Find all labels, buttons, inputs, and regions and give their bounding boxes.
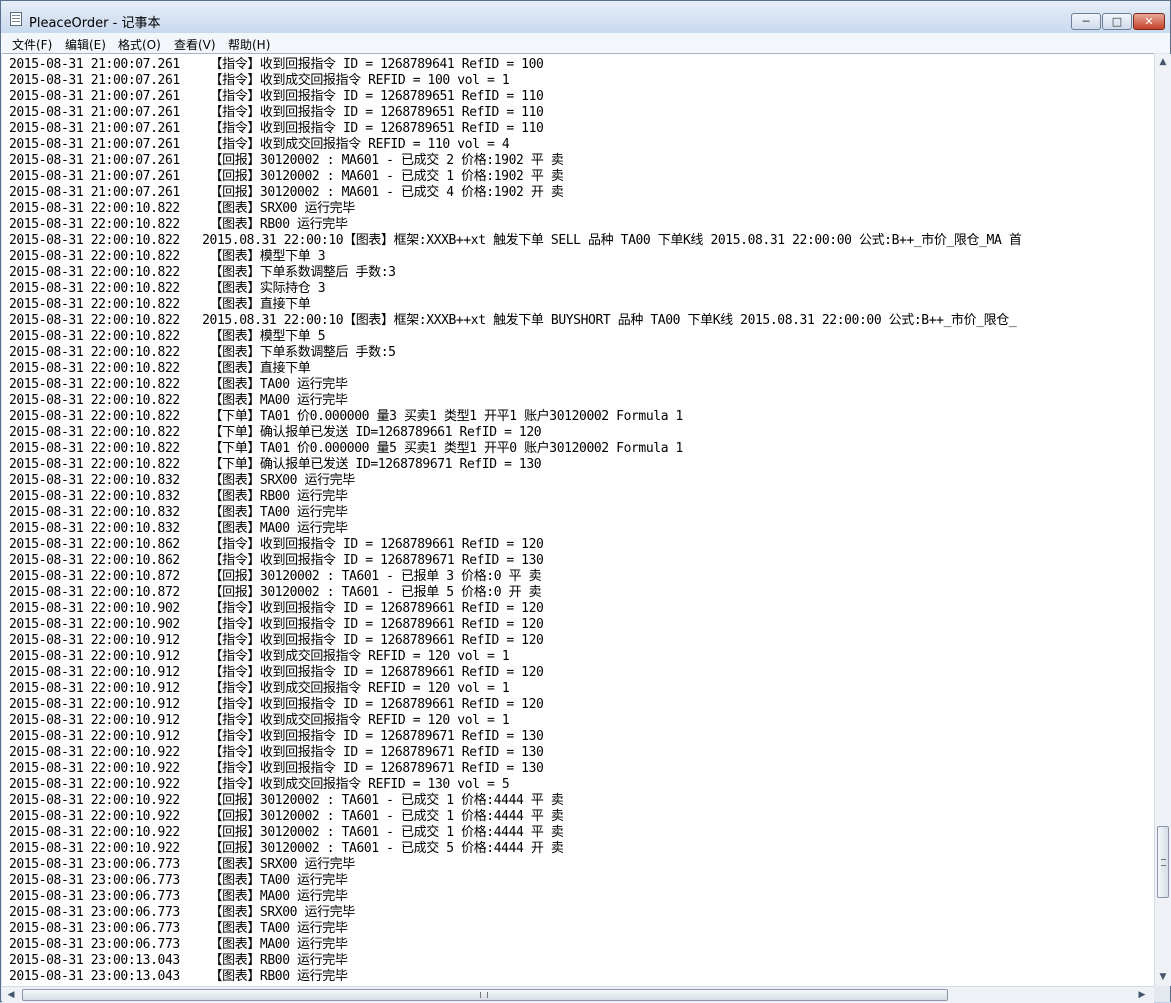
text-line: 2015-08-31 22:00:10.822 【图表】下单系数调整后 手数:5 <box>9 345 396 360</box>
minimize-button[interactable]: ─ <box>1071 13 1101 30</box>
text-line: 2015-08-31 22:00:10.912 【指令】收到回报指令 ID = … <box>9 665 544 680</box>
text-line: 2015-08-31 21:00:07.261 【指令】收到成交回报指令 REF… <box>9 73 510 88</box>
text-line: 2015-08-31 23:00:13.043 【图表】RB00 运行完毕 <box>9 953 348 968</box>
text-line: 2015-08-31 23:00:13.043 【图表】RB00 运行完毕 <box>9 969 348 984</box>
text-line: 2015-08-31 21:00:07.261 【指令】收到回报指令 ID = … <box>9 89 544 104</box>
text-line: 2015-08-31 21:00:07.261 【回报】30120002 : M… <box>9 169 564 184</box>
text-line: 2015-08-31 22:00:10.872 【回报】30120002 : T… <box>9 585 542 600</box>
menu-file[interactable]: 文件(F) <box>12 36 52 53</box>
text-line: 2015-08-31 22:00:10.822 【图表】SRX00 运行完毕 <box>9 201 355 216</box>
text-line: 2015-08-31 22:00:10.922 【回报】30120002 : T… <box>9 793 564 808</box>
text-line: 2015-08-31 22:00:10.822 2015.08.31 22:00… <box>9 313 1017 328</box>
text-line: 2015-08-31 22:00:10.822 【图表】直接下单 <box>9 361 311 376</box>
text-line: 2015-08-31 22:00:10.832 【图表】RB00 运行完毕 <box>9 489 348 504</box>
text-line: 2015-08-31 21:00:07.261 【指令】收到回报指令 ID = … <box>9 121 544 136</box>
text-line: 2015-08-31 21:00:07.261 【指令】收到回报指令 ID = … <box>9 105 544 120</box>
text-line: 2015-08-31 21:00:07.261 【回报】30120002 : M… <box>9 185 564 200</box>
menu-view[interactable]: 查看(V) <box>174 36 216 53</box>
scroll-down-arrow-icon[interactable]: ▼ <box>1156 970 1170 984</box>
text-line: 2015-08-31 22:00:10.832 【图表】SRX00 运行完毕 <box>9 473 355 488</box>
scrollbar-corner <box>1154 986 1170 1002</box>
horizontal-scrollbar[interactable]: ◀ ▶ <box>2 986 1154 1003</box>
text-line: 2015-08-31 22:00:10.832 【图表】MA00 运行完毕 <box>9 521 348 536</box>
text-line: 2015-08-31 22:00:10.862 【指令】收到回报指令 ID = … <box>9 537 544 552</box>
text-line: 2015-08-31 22:00:10.822 【下单】确认报单已发送 ID=1… <box>9 425 542 440</box>
text-line: 2015-08-31 23:00:06.773 【图表】MA00 运行完毕 <box>9 937 348 952</box>
text-line: 2015-08-31 23:00:06.773 【图表】MA00 运行完毕 <box>9 889 348 904</box>
text-line: 2015-08-31 22:00:10.872 【回报】30120002 : T… <box>9 569 542 584</box>
window-title: PleaceOrder - 记事本 <box>29 16 161 31</box>
grip-icon <box>1161 859 1166 866</box>
title-bar[interactable]: PleaceOrder - 记事本 ─ □ ✕ <box>1 1 1170 33</box>
text-line: 2015-08-31 23:00:06.773 【图表】TA00 运行完毕 <box>9 873 348 888</box>
text-line: 2015-08-31 22:00:10.912 【指令】收到回报指令 ID = … <box>9 697 544 712</box>
text-line: 2015-08-31 22:00:10.822 【下单】TA01 价0.0000… <box>9 409 683 424</box>
menu-edit[interactable]: 编辑(E) <box>65 36 106 53</box>
text-line: 2015-08-31 23:00:06.773 【图表】SRX00 运行完毕 <box>9 905 355 920</box>
text-line: 2015-08-31 22:00:10.922 【回报】30120002 : T… <box>9 825 564 840</box>
text-line: 2015-08-31 22:00:10.912 【指令】收到成交回报指令 REF… <box>9 649 510 664</box>
text-line: 2015-08-31 23:00:06.773 【图表】SRX00 运行完毕 <box>9 857 355 872</box>
text-line: 2015-08-31 22:00:10.922 【回报】30120002 : T… <box>9 841 564 856</box>
text-line: 2015-08-31 22:00:10.912 【指令】收到回报指令 ID = … <box>9 633 544 648</box>
maximize-button[interactable]: □ <box>1102 13 1132 30</box>
scroll-left-arrow-icon[interactable]: ◀ <box>4 988 18 1002</box>
text-line: 2015-08-31 22:00:10.822 【图表】实际持仓 3 <box>9 281 326 296</box>
text-editor-area[interactable]: 2015-08-31 21:00:07.261 【指令】收到回报指令 ID = … <box>2 53 1154 987</box>
vertical-scroll-thumb[interactable] <box>1157 826 1169 898</box>
menu-help[interactable]: 帮助(H) <box>228 36 270 53</box>
scroll-right-arrow-icon[interactable]: ▶ <box>1135 988 1149 1002</box>
text-line: 2015-08-31 22:00:10.922 【指令】收到成交回报指令 REF… <box>9 777 510 792</box>
text-line: 2015-08-31 22:00:10.822 【图表】下单系数调整后 手数:3 <box>9 265 396 280</box>
text-line: 2015-08-31 22:00:10.922 【指令】收到回报指令 ID = … <box>9 745 544 760</box>
scroll-up-arrow-icon[interactable]: ▲ <box>1156 55 1170 69</box>
text-line: 2015-08-31 22:00:10.902 【指令】收到回报指令 ID = … <box>9 617 544 632</box>
grip-icon <box>480 992 488 998</box>
text-line: 2015-08-31 22:00:10.822 【图表】直接下单 <box>9 297 311 312</box>
text-line: 2015-08-31 22:00:10.922 【指令】收到回报指令 ID = … <box>9 761 544 776</box>
text-line: 2015-08-31 21:00:07.261 【指令】收到回报指令 ID = … <box>9 57 544 72</box>
text-line: 2015-08-31 22:00:10.832 【图表】TA00 运行完毕 <box>9 505 348 520</box>
menu-bar: 文件(F) 编辑(E) 格式(O) 查看(V) 帮助(H) <box>1 33 1170 53</box>
text-line: 2015-08-31 22:00:10.912 【指令】收到成交回报指令 REF… <box>9 713 510 728</box>
notepad-icon <box>10 12 22 26</box>
text-line: 2015-08-31 22:00:10.822 【图表】TA00 运行完毕 <box>9 377 348 392</box>
text-line: 2015-08-31 22:00:10.822 【下单】确认报单已发送 ID=1… <box>9 457 542 472</box>
menu-format[interactable]: 格式(O) <box>118 36 161 53</box>
text-line: 2015-08-31 22:00:10.862 【指令】收到回报指令 ID = … <box>9 553 544 568</box>
text-line: 2015-08-31 22:00:10.912 【指令】收到成交回报指令 REF… <box>9 681 510 696</box>
text-line: 2015-08-31 23:00:06.773 【图表】TA00 运行完毕 <box>9 921 348 936</box>
text-line: 2015-08-31 21:00:07.261 【回报】30120002 : M… <box>9 153 564 168</box>
notepad-window: PleaceOrder - 记事本 ─ □ ✕ 文件(F) 编辑(E) 格式(O… <box>0 0 1171 1003</box>
text-line: 2015-08-31 22:00:10.902 【指令】收到回报指令 ID = … <box>9 601 544 616</box>
text-line: 2015-08-31 22:00:10.912 【指令】收到回报指令 ID = … <box>9 729 544 744</box>
close-button[interactable]: ✕ <box>1133 13 1165 30</box>
vertical-scrollbar[interactable]: ▲ ▼ <box>1154 54 1171 986</box>
text-line: 2015-08-31 21:00:07.261 【指令】收到成交回报指令 REF… <box>9 137 510 152</box>
text-line: 2015-08-31 22:00:10.822 2015.08.31 22:00… <box>9 233 1022 248</box>
horizontal-scroll-thumb[interactable] <box>22 989 948 1001</box>
text-line: 2015-08-31 22:00:10.822 【图表】模型下单 3 <box>9 249 326 264</box>
text-line: 2015-08-31 22:00:10.822 【图表】模型下单 5 <box>9 329 326 344</box>
text-line: 2015-08-31 22:00:10.822 【下单】TA01 价0.0000… <box>9 441 683 456</box>
text-line: 2015-08-31 22:00:10.922 【回报】30120002 : T… <box>9 809 564 824</box>
text-line: 2015-08-31 22:00:10.822 【图表】MA00 运行完毕 <box>9 393 348 408</box>
text-line: 2015-08-31 22:00:10.822 【图表】RB00 运行完毕 <box>9 217 348 232</box>
